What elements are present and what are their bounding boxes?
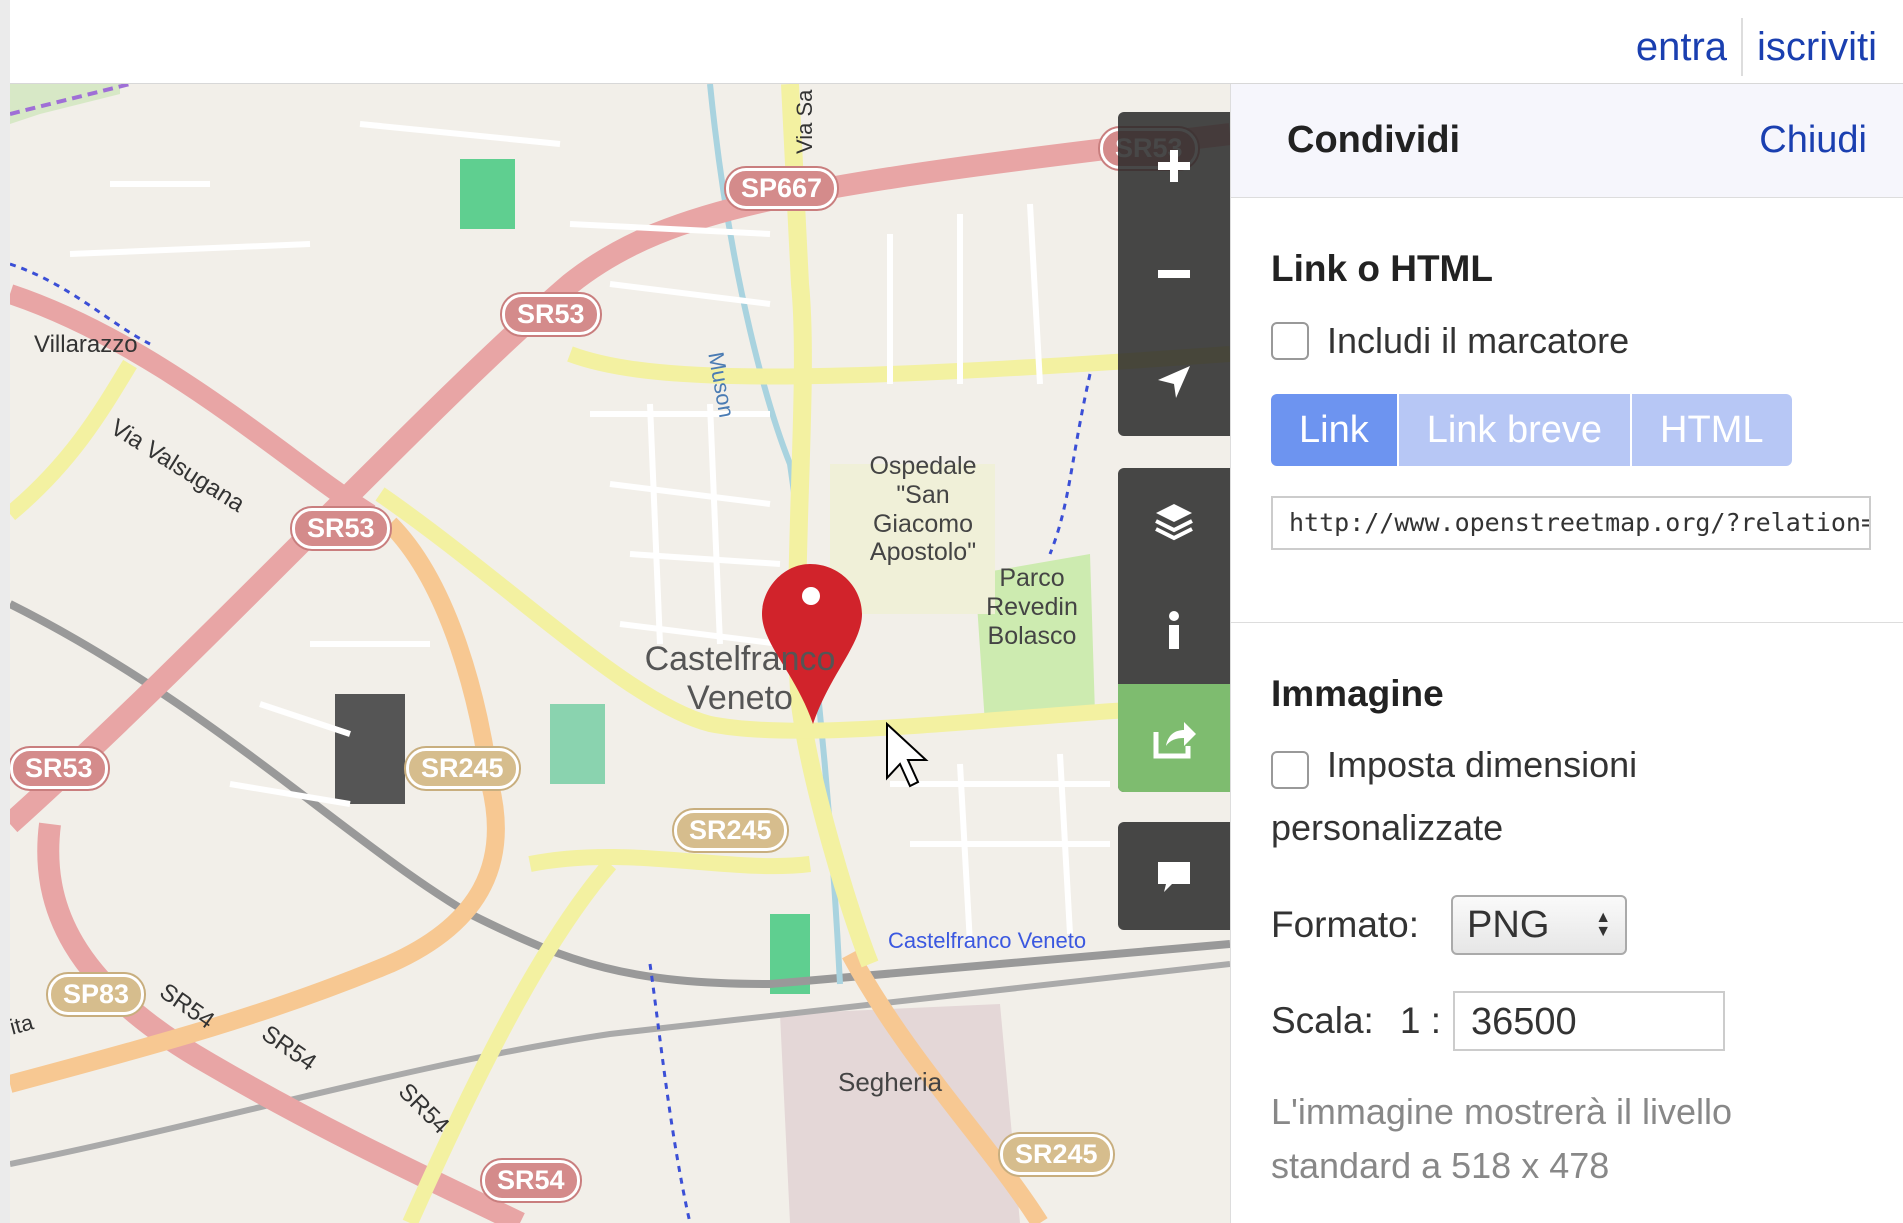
custom-size-option[interactable]: Imposta dimensioni personalizzate bbox=[1271, 733, 1873, 859]
section-divider bbox=[1231, 622, 1903, 623]
hospital-label: Ospedale "San Giacomo Apostolo" bbox=[869, 452, 977, 567]
top-header: entra iscriviti bbox=[10, 0, 1903, 84]
custom-size-label: Imposta dimensioni personalizzate bbox=[1271, 744, 1638, 848]
navigation-controls bbox=[1118, 112, 1230, 436]
format-value: PNG bbox=[1467, 903, 1550, 946]
format-row: Formato: PNG ▲ ▼ bbox=[1271, 895, 1873, 955]
share-button[interactable] bbox=[1118, 684, 1230, 792]
locate-button[interactable] bbox=[1118, 328, 1230, 436]
park-label: Parco Revedin Bolasco bbox=[986, 564, 1078, 650]
include-marker-label: Includi il marcatore bbox=[1327, 320, 1630, 361]
link-section: Link o HTML Includi il marcatore Link Li… bbox=[1231, 248, 1903, 550]
share-icon bbox=[1153, 722, 1196, 759]
add-note-button[interactable] bbox=[1118, 822, 1230, 930]
comment-icon bbox=[1158, 862, 1190, 892]
station-label: Castelfranco Veneto bbox=[888, 928, 1087, 953]
image-hint: L'immagine mostrerà il livello standard … bbox=[1271, 1091, 1733, 1186]
format-select[interactable]: PNG ▲ ▼ bbox=[1451, 895, 1628, 955]
road-shield: SR245 bbox=[674, 810, 787, 851]
link-section-title: Link o HTML bbox=[1271, 248, 1493, 289]
plus-icon bbox=[1158, 150, 1190, 182]
road-shield: SP83 bbox=[48, 974, 145, 1015]
sports-field bbox=[460, 159, 515, 229]
town-label: Castelfranco Veneto bbox=[644, 640, 836, 718]
road-shield: SR245 bbox=[1000, 1134, 1113, 1175]
stadium-area bbox=[550, 704, 605, 784]
zoom-in-button[interactable] bbox=[1118, 112, 1230, 220]
zoom-out-button[interactable] bbox=[1118, 220, 1230, 328]
minus-icon bbox=[1158, 270, 1190, 278]
area-label: Segheria bbox=[838, 1067, 943, 1097]
map-view[interactable]: Villarazzo Via Valsugana Via Sa Muson Os… bbox=[10, 84, 1230, 1223]
link-format-tabs: Link Link breve HTML bbox=[1271, 394, 1873, 466]
location-arrow-icon bbox=[1158, 366, 1190, 398]
signup-link[interactable]: iscriviti bbox=[1743, 25, 1891, 70]
tab-html[interactable]: HTML bbox=[1632, 394, 1792, 466]
share-url-field[interactable]: http://www.openstreetmap.org/?relation=4… bbox=[1271, 496, 1871, 550]
info-icon bbox=[1169, 611, 1179, 649]
note-controls bbox=[1118, 822, 1230, 930]
road-shield: SR53 bbox=[10, 748, 108, 789]
share-panel: Condividi Chiudi Link o HTML Includi il … bbox=[1230, 84, 1903, 1223]
industrial-block bbox=[335, 694, 405, 804]
include-marker-checkbox[interactable] bbox=[1271, 322, 1309, 360]
road-shield: SR54 bbox=[482, 1160, 580, 1201]
select-arrows-icon: ▲ ▼ bbox=[1595, 909, 1612, 940]
tab-short-link[interactable]: Link breve bbox=[1398, 394, 1631, 466]
include-marker-option[interactable]: Includi il marcatore bbox=[1271, 320, 1873, 362]
info-button[interactable] bbox=[1118, 576, 1230, 684]
map-tiles bbox=[10, 84, 1230, 1223]
scale-prefix: 1 : bbox=[1399, 1000, 1441, 1041]
image-section: Immagine Imposta dimensioni personalizza… bbox=[1231, 673, 1903, 1193]
login-link[interactable]: entra bbox=[1622, 25, 1741, 70]
road-shield: SR53 bbox=[502, 294, 600, 335]
image-section-title: Immagine bbox=[1271, 673, 1444, 714]
browser-page: entra iscriviti Villarazzo Via Valsugana… bbox=[10, 0, 1903, 1223]
scale-row: Scala: 1 : 36500 bbox=[1271, 991, 1873, 1051]
close-link[interactable]: Chiudi bbox=[1759, 119, 1867, 162]
scale-input[interactable]: 36500 bbox=[1452, 991, 1725, 1051]
panel-controls bbox=[1118, 468, 1230, 792]
scale-label: Scala: bbox=[1271, 1000, 1374, 1041]
place-label: Villarazzo bbox=[34, 331, 138, 358]
road-shield: SR245 bbox=[406, 748, 519, 789]
auth-links: entra iscriviti bbox=[1622, 18, 1891, 76]
road-shield: SP667 bbox=[726, 168, 838, 209]
share-panel-header: Condividi Chiudi bbox=[1231, 84, 1903, 198]
format-label: Formato: bbox=[1271, 904, 1420, 945]
road-ring bbox=[528, 849, 811, 875]
road-shield: SR53 bbox=[292, 508, 390, 549]
share-panel-title: Condividi bbox=[1287, 119, 1461, 161]
street-label: Via Sa bbox=[792, 89, 817, 154]
tab-link[interactable]: Link bbox=[1271, 394, 1397, 466]
layers-icon bbox=[1155, 504, 1193, 541]
layers-button[interactable] bbox=[1118, 468, 1230, 576]
